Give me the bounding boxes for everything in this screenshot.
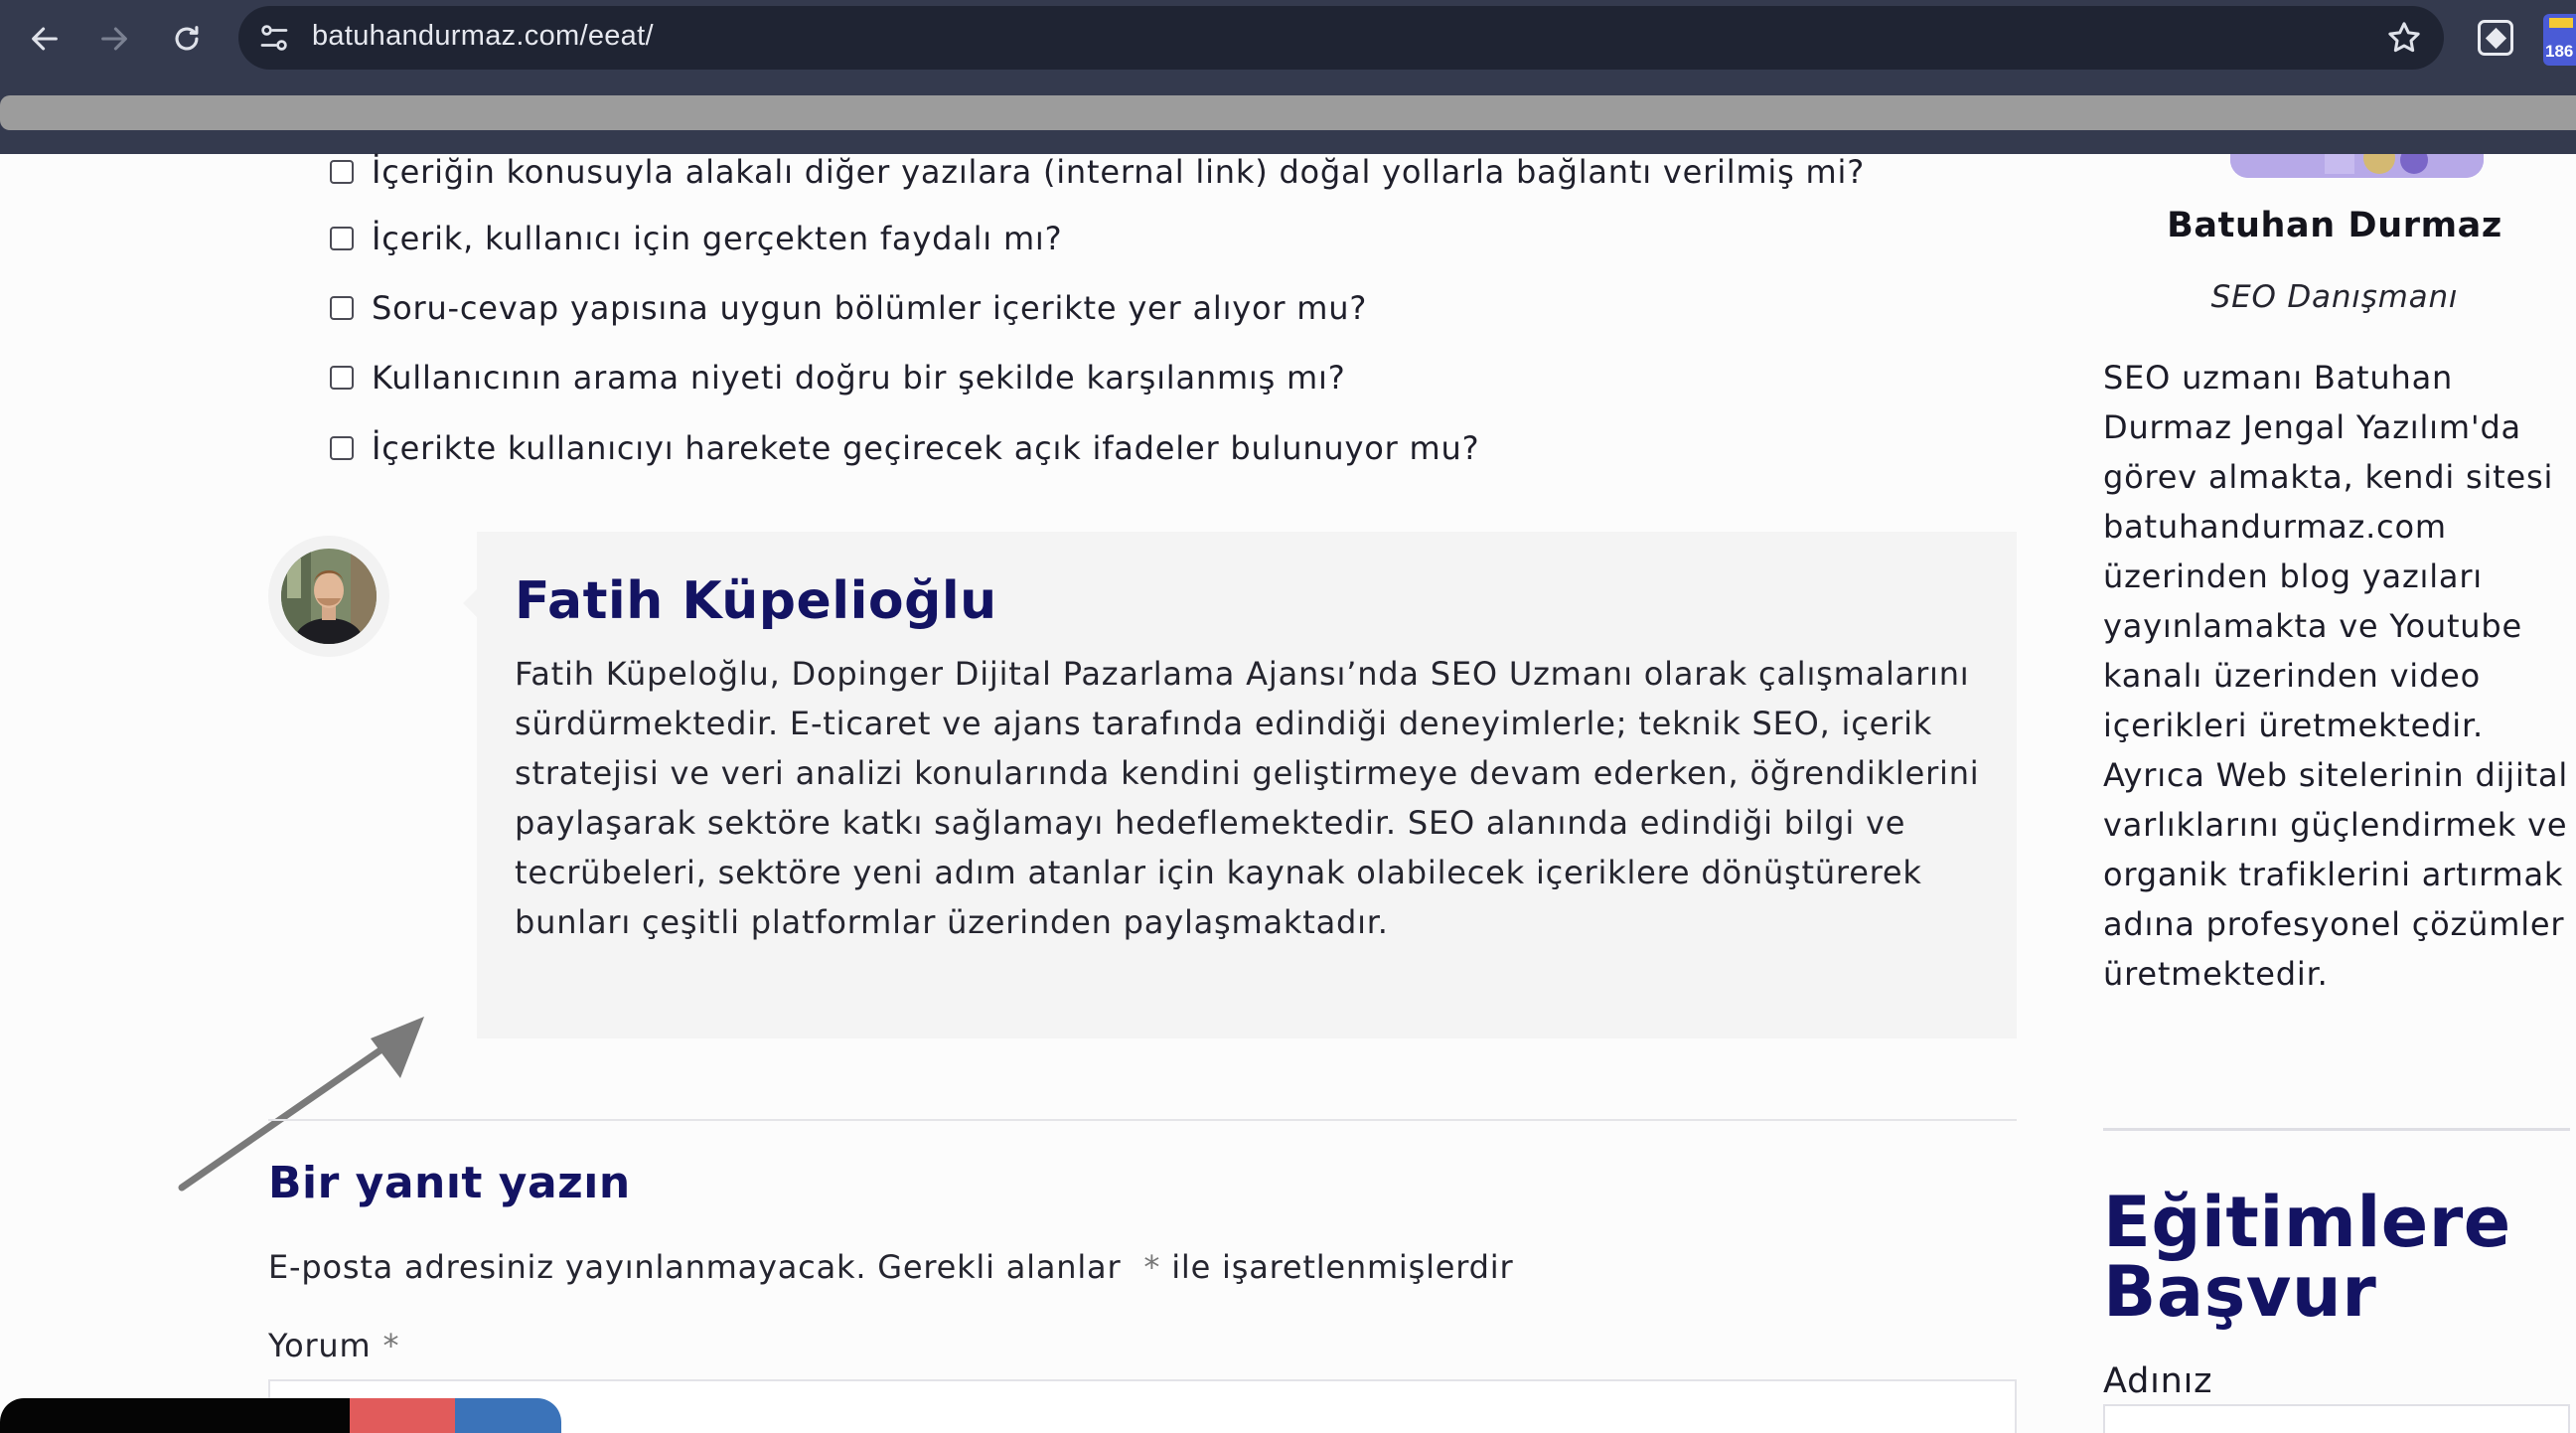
section-divider <box>268 1119 2017 1121</box>
name-field-label: Adınız <box>2103 1361 2213 1401</box>
sidebar-heading: Eğitimlere Başvur <box>2103 1182 2511 1333</box>
author-bio: Fatih Küpeloğlu, Dopinger Dijital Pazarl… <box>515 655 1980 941</box>
checkbox[interactable] <box>330 366 354 390</box>
author-avatar <box>281 549 377 644</box>
forward-icon[interactable] <box>89 14 139 64</box>
checkbox[interactable] <box>330 160 354 184</box>
required-marker: * <box>1143 1248 1161 1286</box>
back-icon[interactable] <box>20 14 70 64</box>
author-name[interactable]: Fatih Küpelioğlu <box>515 571 997 631</box>
checklist-item[interactable]: Kullanıcının arama niyeti doğru bir şeki… <box>330 348 2019 407</box>
share-button-blue[interactable] <box>455 1398 561 1433</box>
checklist-item[interactable]: İçeriğin konusuyla alakalı diğer yazılar… <box>330 142 2019 202</box>
sidebar-divider <box>2103 1128 2570 1131</box>
reload-icon[interactable] <box>162 14 212 64</box>
share-bar <box>0 1398 561 1433</box>
checklist-item[interactable]: Soru-cevap yapısına uygun bölümler içeri… <box>330 278 2019 338</box>
checklist-item[interactable]: İçerik, kullanıcı için gerçekten faydalı… <box>330 209 2019 268</box>
comment-label: Yorum * <box>268 1327 400 1364</box>
required-marker: * <box>382 1327 400 1364</box>
reply-title: Bir yanıt yazın <box>268 1158 631 1208</box>
checkbox[interactable] <box>330 436 354 460</box>
url-text[interactable]: batuhandurmaz.com/eeat/ <box>312 20 654 53</box>
sidebar-author-role: SEO Danışmanı <box>2210 279 2459 315</box>
author-box: Fatih Küpelioğlu Fatih Küpeloğlu, Doping… <box>463 532 2017 1038</box>
address-bar[interactable]: batuhandurmaz.com/eeat/ <box>238 6 2444 70</box>
star-icon[interactable] <box>2384 18 2424 58</box>
name-input[interactable] <box>2103 1404 2570 1433</box>
sidebar-author-bio: SEO uzmanı Batuhan Durmaz Jengal Yazılım… <box>2103 359 2569 993</box>
site-info-icon[interactable] <box>256 20 292 56</box>
page-content: İçeriğin konusuyla alakalı diğer yazılar… <box>0 153 2576 1433</box>
extension-badge[interactable]: 186 <box>2543 14 2576 66</box>
sidebar-author-name: Batuhan Durmaz <box>2167 206 2502 245</box>
reply-note: E-posta adresiniz yayınlanmayacak. Gerek… <box>268 1248 1514 1286</box>
bookmarks-bar <box>0 95 2576 130</box>
extension-icon[interactable] <box>2478 20 2513 56</box>
author-avatar-frame <box>268 536 389 657</box>
checkbox[interactable] <box>330 296 354 320</box>
share-button-red[interactable] <box>350 1398 455 1433</box>
sidebar-author-photo <box>2230 154 2484 178</box>
share-button-x[interactable] <box>0 1398 350 1433</box>
checkbox[interactable] <box>330 227 354 250</box>
browser-toolbar: batuhandurmaz.com/eeat/ 186 <box>0 0 2576 154</box>
checklist-item[interactable]: İçerikte kullanıcıyı harekete geçirecek … <box>330 418 2019 478</box>
